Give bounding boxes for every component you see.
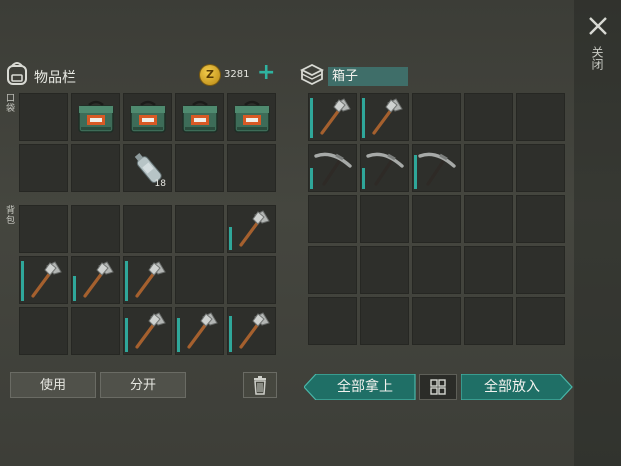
durability-bar bbox=[177, 318, 180, 352]
backpack-slot[interactable] bbox=[71, 205, 120, 253]
box-slot[interactable] bbox=[360, 246, 409, 294]
box-slot[interactable] bbox=[516, 93, 565, 141]
pocket-slot[interactable] bbox=[123, 93, 172, 141]
box-slot[interactable] bbox=[464, 144, 513, 192]
put-all-button[interactable]: 全部放入 bbox=[463, 374, 561, 400]
backpack-slot[interactable] bbox=[71, 307, 120, 355]
backpack-slot[interactable] bbox=[175, 307, 224, 355]
box-slot[interactable] bbox=[412, 297, 461, 345]
pocket-slot[interactable] bbox=[71, 93, 120, 141]
backpack-slot[interactable] bbox=[123, 307, 172, 355]
backpack-slot[interactable] bbox=[19, 205, 68, 253]
pocket-slot[interactable] bbox=[71, 144, 120, 192]
backpack-slot[interactable] bbox=[19, 256, 68, 304]
close-icon[interactable] bbox=[586, 14, 610, 38]
box-slot[interactable] bbox=[360, 297, 409, 345]
sort-grid-icon bbox=[430, 379, 446, 395]
durability-bar bbox=[310, 98, 313, 138]
backpack-slot[interactable] bbox=[123, 205, 172, 253]
pocket-slot[interactable] bbox=[227, 144, 276, 192]
box-slot[interactable] bbox=[516, 144, 565, 192]
split-button[interactable]: 分开 bbox=[100, 372, 186, 398]
backpack-slot[interactable] bbox=[123, 256, 172, 304]
box-slot[interactable] bbox=[464, 297, 513, 345]
backpack-slot[interactable] bbox=[175, 256, 224, 304]
backpack-icon bbox=[7, 62, 27, 85]
durability-bar bbox=[229, 227, 232, 250]
box-slot[interactable] bbox=[308, 144, 357, 192]
box-slot[interactable] bbox=[308, 93, 357, 141]
box-slot[interactable] bbox=[308, 297, 357, 345]
backpack-slot[interactable] bbox=[227, 256, 276, 304]
box-slot[interactable] bbox=[516, 297, 565, 345]
coin-icon: Z bbox=[200, 65, 220, 85]
backpack-slot[interactable] bbox=[175, 205, 224, 253]
inventory-title: 物品栏 bbox=[34, 70, 76, 86]
box-slot[interactable] bbox=[464, 246, 513, 294]
durability-bar bbox=[73, 276, 76, 301]
box-slot[interactable] bbox=[412, 246, 461, 294]
durability-bar bbox=[414, 155, 417, 189]
item-quantity: 18 bbox=[154, 179, 166, 189]
pocket-label: 口袋 bbox=[6, 94, 16, 114]
backpack-slot[interactable] bbox=[227, 307, 276, 355]
box-slot[interactable] bbox=[360, 93, 409, 141]
box-title: 箱子 bbox=[328, 67, 408, 86]
sort-button[interactable] bbox=[419, 374, 457, 400]
trash-button[interactable] bbox=[243, 372, 277, 398]
backpack-slot[interactable] bbox=[71, 256, 120, 304]
box-slot[interactable] bbox=[412, 93, 461, 141]
backpack-label: 背包 bbox=[6, 206, 16, 226]
box-slot[interactable] bbox=[412, 144, 461, 192]
box-slot[interactable] bbox=[308, 195, 357, 243]
close-label[interactable]: 关闭 bbox=[590, 46, 604, 70]
trash-icon bbox=[254, 376, 266, 395]
backpack-slot[interactable] bbox=[19, 307, 68, 355]
use-button[interactable]: 使用 bbox=[10, 372, 96, 398]
box-slot[interactable] bbox=[360, 195, 409, 243]
box-slot[interactable] bbox=[412, 195, 461, 243]
coin-count: 3281 bbox=[224, 69, 250, 80]
durability-bar bbox=[310, 168, 313, 189]
pocket-slot[interactable] bbox=[19, 93, 68, 141]
durability-bar bbox=[229, 316, 232, 352]
pocket-slot[interactable] bbox=[19, 144, 68, 192]
box-slot[interactable] bbox=[360, 144, 409, 192]
durability-bar bbox=[21, 261, 24, 301]
pocket-slot[interactable]: 18 bbox=[123, 144, 172, 192]
box-icon bbox=[299, 63, 325, 86]
backpack-slot[interactable] bbox=[227, 205, 276, 253]
box-slot[interactable] bbox=[464, 93, 513, 141]
pocket-slot[interactable] bbox=[227, 93, 276, 141]
box-slot[interactable] bbox=[464, 195, 513, 243]
take-all-button[interactable]: 全部拿上 bbox=[316, 374, 414, 400]
durability-bar bbox=[125, 318, 128, 352]
box-slot[interactable] bbox=[308, 246, 357, 294]
pocket-slot[interactable] bbox=[175, 144, 224, 192]
add-coins-button[interactable]: + bbox=[257, 62, 275, 84]
durability-bar bbox=[125, 261, 128, 301]
durability-bar bbox=[362, 98, 365, 138]
durability-bar bbox=[362, 168, 365, 189]
pocket-slot[interactable] bbox=[175, 93, 224, 141]
box-slot[interactable] bbox=[516, 195, 565, 243]
box-slot[interactable] bbox=[516, 246, 565, 294]
